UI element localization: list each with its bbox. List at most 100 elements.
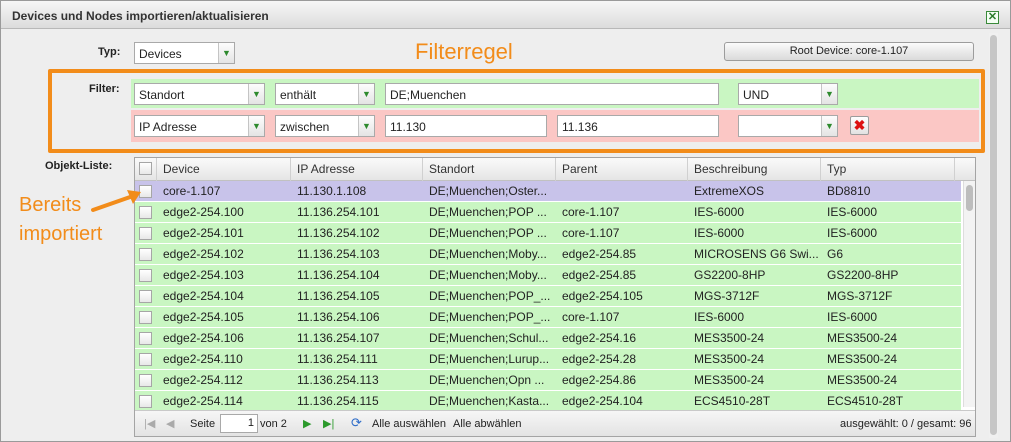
table-row[interactable]: edge2-254.110 11.136.254.111 DE;Muenchen;L… xyxy=(135,349,961,370)
cell-beschreibung: MGS-3712F xyxy=(694,289,760,303)
cell-standort: DE;Muenchen;POP_... xyxy=(429,289,551,303)
annotation-arrow-icon xyxy=(91,190,141,212)
grid-scrollbar[interactable] xyxy=(963,181,975,407)
cell-parent: edge2-254.28 xyxy=(562,352,637,366)
cell-standort: DE;Muenchen;Kasta... xyxy=(429,394,550,408)
cell-typ: MES3500-24 xyxy=(827,373,898,387)
cell-beschreibung: ECS4510-28T xyxy=(694,394,771,408)
cell-device: edge2-254.100 xyxy=(163,205,244,219)
cell-ip: 11.136.254.111 xyxy=(297,352,378,366)
cell-parent: edge2-254.86 xyxy=(562,373,637,387)
cell-beschreibung: MES3500-24 xyxy=(694,352,765,366)
close-icon[interactable]: ✕ xyxy=(986,11,999,24)
row-checkbox[interactable] xyxy=(139,353,152,366)
cell-parent xyxy=(556,181,688,201)
chevron-down-icon[interactable]: ▼ xyxy=(218,43,234,63)
first-page-icon[interactable]: |◀ xyxy=(144,417,155,430)
page-total-label: von 2 xyxy=(260,418,287,430)
cell-parent: core-1.107 xyxy=(562,205,620,219)
cell-typ: ECS4510-28T xyxy=(827,394,904,408)
dialog-scroll-thumb[interactable] xyxy=(990,35,997,435)
page-number-input[interactable]: 1 xyxy=(220,414,258,433)
typ-select[interactable]: Devices ▼ xyxy=(134,42,235,64)
cell-device: core-1.107 xyxy=(163,184,221,198)
cell-ip: 11.136.254.103 xyxy=(297,247,380,261)
table-row[interactable]: edge2-254.105 11.136.254.106 DE;Muenchen;P… xyxy=(135,307,961,328)
cell-typ: IES-6000 xyxy=(827,310,878,324)
cell-device: edge2-254.105 xyxy=(163,310,244,324)
row-checkbox[interactable] xyxy=(139,227,152,240)
row-checkbox[interactable] xyxy=(139,311,152,324)
object-list-label: Objekt-Liste: xyxy=(45,160,113,172)
cell-beschreibung: IES-6000 xyxy=(694,205,745,219)
cell-ip: 11.136.254.101 xyxy=(297,205,380,219)
table-row[interactable]: edge2-254.106 11.136.254.107 DE;Muenchen;S… xyxy=(135,328,961,349)
cell-ip: 11.136.254.113 xyxy=(297,373,379,387)
object-grid: Device IP Adresse Standort Parent Beschr… xyxy=(134,157,976,437)
cell-device: edge2-254.102 xyxy=(163,247,244,261)
table-row[interactable]: edge2-254.100 11.136.254.101 DE;Muenchen;P… xyxy=(135,202,961,223)
cell-parent: edge2-254.85 xyxy=(562,247,637,261)
cell-device: edge2-254.106 xyxy=(163,331,244,345)
cell-device: edge2-254.104 xyxy=(163,289,244,303)
table-row[interactable]: edge2-254.103 11.136.254.104 DE;Muenchen;M… xyxy=(135,265,961,286)
row-checkbox[interactable] xyxy=(139,395,152,408)
column-header-device[interactable]: Device xyxy=(157,158,291,181)
prev-page-icon[interactable]: ◀ xyxy=(166,417,174,430)
cell-ip: 11.136.254.102 xyxy=(297,226,380,240)
annotation-filterregel: Filterregel xyxy=(415,39,513,64)
last-page-icon[interactable]: ▶| xyxy=(323,417,334,430)
row-checkbox[interactable] xyxy=(139,332,152,345)
cell-typ: IES-6000 xyxy=(827,226,878,240)
column-header-ip[interactable]: IP Adresse xyxy=(291,158,423,181)
table-row[interactable]: edge2-254.112 11.136.254.113 DE;Muenchen;O… xyxy=(135,370,961,391)
row-checkbox[interactable] xyxy=(139,248,152,261)
cell-ip: 11.136.254.107 xyxy=(297,331,380,345)
cell-typ: G6 xyxy=(827,247,844,261)
table-row[interactable]: core-1.107 11.130.1.108 DE;Muenchen;Oster.… xyxy=(135,181,961,202)
typ-select-value: Devices xyxy=(139,47,182,61)
row-checkbox[interactable] xyxy=(139,290,152,303)
table-row[interactable]: edge2-254.104 11.136.254.105 DE;Muenchen;P… xyxy=(135,286,961,307)
cell-typ: MGS-3712F xyxy=(827,289,893,303)
deselect-all-link[interactable]: Alle abwählen xyxy=(453,418,522,430)
row-checkbox[interactable] xyxy=(139,269,152,282)
root-device-button[interactable]: Root Device: core-1.107 xyxy=(724,42,974,61)
cell-ip: 11.136.254.105 xyxy=(297,289,380,303)
cell-ip: 11.136.254.115 xyxy=(297,394,379,408)
column-header-standort[interactable]: Standort xyxy=(423,158,556,181)
cell-beschreibung: ExtremeXOS xyxy=(694,184,765,198)
next-page-icon[interactable]: ▶ xyxy=(303,417,311,430)
cell-standort: DE;Muenchen;Opn ... xyxy=(429,373,545,387)
column-header-beschreibung[interactable]: Beschreibung xyxy=(688,158,821,181)
cell-ip: 11.136.254.104 xyxy=(297,268,380,282)
cell-standort: DE;Muenchen;POP_... xyxy=(429,310,551,324)
dialog-scrollbar[interactable] xyxy=(989,33,998,438)
column-header-typ[interactable]: Typ xyxy=(821,158,955,181)
cell-ip: 11.130.1.108 xyxy=(297,184,367,198)
cell-parent: edge2-254.85 xyxy=(562,268,637,282)
select-all-checkbox[interactable] xyxy=(139,162,152,175)
cell-beschreibung: IES-6000 xyxy=(694,226,745,240)
table-row[interactable]: edge2-254.114 11.136.254.115 DE;Muenchen;K… xyxy=(135,391,961,412)
cell-typ: MES3500-24 xyxy=(827,352,898,366)
cell-typ: MES3500-24 xyxy=(827,331,898,345)
table-row[interactable]: edge2-254.101 11.136.254.102 DE;Muenchen;P… xyxy=(135,223,961,244)
typ-label: Typ: xyxy=(98,46,121,58)
grid-scroll-thumb[interactable] xyxy=(966,185,973,211)
table-row[interactable]: edge2-254.102 11.136.254.103 DE;Muenchen;M… xyxy=(135,244,961,265)
cell-device: edge2-254.101 xyxy=(163,226,244,240)
select-all-link[interactable]: Alle auswählen xyxy=(372,418,446,430)
cell-beschreibung: MICROSENS G6 Swi... xyxy=(694,247,819,261)
cell-device: edge2-254.110 xyxy=(163,352,243,366)
filter-highlight-box xyxy=(48,69,985,153)
cell-device: edge2-254.103 xyxy=(163,268,244,282)
refresh-icon[interactable]: ⟳ xyxy=(351,415,362,431)
cell-beschreibung: MES3500-24 xyxy=(694,373,765,387)
grid-header: Device IP Adresse Standort Parent Beschr… xyxy=(135,158,975,181)
header-select-all-cell xyxy=(135,158,157,181)
row-checkbox[interactable] xyxy=(139,374,152,387)
column-header-parent[interactable]: Parent xyxy=(556,158,688,181)
cell-ip: 11.136.254.106 xyxy=(297,310,380,324)
cell-beschreibung: MES3500-24 xyxy=(694,331,765,345)
